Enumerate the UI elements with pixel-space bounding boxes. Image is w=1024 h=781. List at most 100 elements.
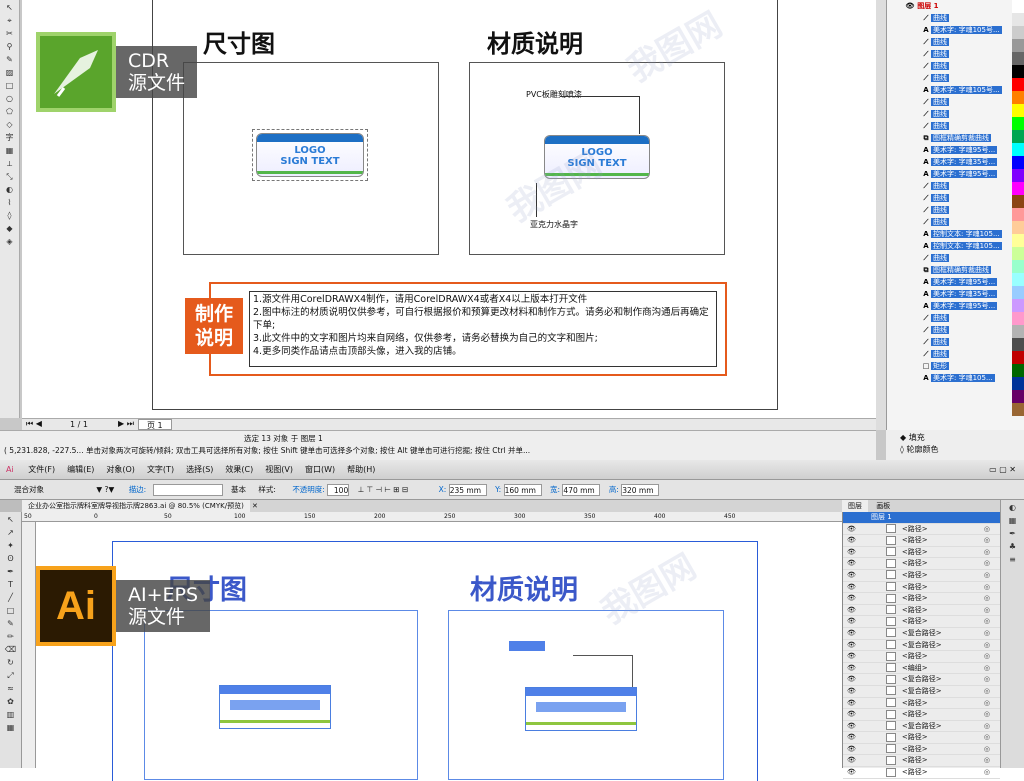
eye-icon[interactable]: 👁: [843, 525, 860, 533]
ai-layer-item[interactable]: 👁 <复合路径> ◎: [843, 628, 1000, 640]
graph-tool-icon[interactable]: ▥: [3, 709, 19, 720]
ai-layer-item[interactable]: 👁 <路径> ◎: [843, 651, 1000, 663]
eye-icon[interactable]: 👁: [843, 629, 860, 637]
ai-layer-item[interactable]: 👁 <路径> ◎: [843, 698, 1000, 710]
selection-tool-icon[interactable]: ↖: [3, 514, 19, 525]
layer-item[interactable]: A 美术字: 字魂105...: [887, 372, 1024, 384]
target-icon[interactable]: ◎: [984, 698, 1000, 709]
layer-item[interactable]: ⧉ 图框精确剪裁曲线: [887, 264, 1024, 276]
layer-item[interactable]: A 美术字: 字魂35号...: [887, 156, 1024, 168]
eye-icon[interactable]: 👁: [843, 594, 860, 602]
color-swatch[interactable]: [1012, 13, 1024, 26]
eye-icon[interactable]: 👁: [843, 617, 860, 625]
pick-tool-icon[interactable]: ↖: [2, 2, 18, 13]
outline-tool-icon[interactable]: ◊: [2, 210, 18, 221]
menu-item[interactable]: 选择(S): [180, 465, 219, 474]
eye-icon[interactable]: 👁: [843, 536, 860, 544]
color-swatch[interactable]: [1012, 195, 1024, 208]
target-icon[interactable]: ◎: [984, 674, 1000, 685]
layer-item[interactable]: ⟋ 曲线: [887, 216, 1024, 228]
layer-item[interactable]: □ 矩形: [887, 360, 1024, 372]
scale-tool-icon[interactable]: ⤢: [3, 670, 19, 681]
eye-icon[interactable]: 👁: [843, 583, 860, 591]
tab-layers[interactable]: 图层: [842, 500, 868, 512]
ai-layer-item[interactable]: 👁 <路径> ◎: [843, 744, 1000, 756]
target-icon[interactable]: ◎: [984, 616, 1000, 627]
target-icon[interactable]: ◎: [984, 721, 1000, 732]
ellipse-tool-icon[interactable]: ○: [2, 93, 18, 104]
eye-icon[interactable]: 👁: [843, 722, 860, 730]
layer-item[interactable]: ⟋ 曲线: [887, 252, 1024, 264]
color-swatch[interactable]: [1012, 299, 1024, 312]
layer-item[interactable]: A 美术字: 字魂95号...: [887, 168, 1024, 180]
eye-icon[interactable]: 👁: [843, 768, 860, 776]
crop-tool-icon[interactable]: ✂: [2, 28, 18, 39]
eye-icon[interactable]: 👁: [843, 548, 860, 556]
target-icon[interactable]: ◎: [984, 755, 1000, 766]
color-swatch[interactable]: [1012, 104, 1024, 117]
ai-layer-item[interactable]: 👁 <路径> ◎: [843, 570, 1000, 582]
target-icon[interactable]: ◎: [984, 732, 1000, 743]
zoom-tool-icon[interactable]: ⚲: [2, 41, 18, 52]
color-swatch[interactable]: [1012, 234, 1024, 247]
layer-item[interactable]: A 美术字: 字魂95号...: [887, 144, 1024, 156]
ai-layer-item[interactable]: 👁 <路径> ◎: [843, 755, 1000, 768]
symbol-tool-icon[interactable]: ✿: [3, 696, 19, 707]
color-swatch[interactable]: [1012, 143, 1024, 156]
lasso-icon[interactable]: ʘ: [3, 553, 19, 564]
layer-item[interactable]: ⟋ 曲线: [887, 36, 1024, 48]
interactive-fill-icon[interactable]: ◈: [2, 236, 18, 247]
x-input[interactable]: 235 mm: [448, 484, 487, 496]
eye-icon[interactable]: 👁: [843, 756, 860, 764]
menu-item[interactable]: 对象(O): [100, 465, 141, 474]
line-tool-icon[interactable]: ╱: [3, 592, 19, 603]
layer-item[interactable]: ⟋ 曲线: [887, 312, 1024, 324]
color-swatch[interactable]: [1012, 169, 1024, 182]
eye-icon[interactable]: 👁: [843, 559, 860, 567]
ai-layer-item[interactable]: 👁 <路径> ◎: [843, 593, 1000, 605]
color-swatch[interactable]: [1012, 286, 1024, 299]
layer-item[interactable]: ⟋ 曲线: [887, 96, 1024, 108]
ai-layer-item[interactable]: 👁 <复合路径> ◎: [843, 640, 1000, 652]
color-swatch[interactable]: [1012, 65, 1024, 78]
warp-tool-icon[interactable]: ≈: [3, 683, 19, 694]
layer-item[interactable]: ⟋ 曲线: [887, 204, 1024, 216]
page-nav-arrows-icon[interactable]: ⏮ ◀: [26, 419, 42, 429]
document-tab-label[interactable]: 企业办公室指示牌科室牌导视指示牌2863.ai @ 80.5% (CMYK/预览…: [22, 500, 250, 512]
page-nav-next-icon[interactable]: ▶ ⏭: [118, 419, 134, 429]
ai-layer-item[interactable]: 👁 <复合路径> ◎: [843, 674, 1000, 686]
color-swatch[interactable]: [1012, 390, 1024, 403]
target-icon[interactable]: ◎: [984, 570, 1000, 581]
target-icon[interactable]: ◎: [984, 628, 1000, 639]
layer-item[interactable]: ⟋ 曲线: [887, 336, 1024, 348]
h-input[interactable]: 320 mm: [621, 484, 660, 496]
layer-item[interactable]: A 美术字: 字魂95号...: [887, 276, 1024, 288]
stroke-style[interactable]: 基本: [225, 485, 246, 494]
eyedropper-tool-icon[interactable]: ⌇: [2, 197, 18, 208]
fill-tool-icon[interactable]: ◆: [2, 223, 18, 234]
eye-icon[interactable]: 👁: [843, 733, 860, 741]
target-icon[interactable]: ◎: [984, 547, 1000, 558]
color-swatch[interactable]: [1012, 208, 1024, 221]
menu-item[interactable]: 窗口(W): [299, 465, 341, 474]
brush-tool-icon[interactable]: ✎: [3, 618, 19, 629]
color-swatch[interactable]: [1012, 39, 1024, 52]
color-swatch[interactable]: [1012, 156, 1024, 169]
eraser-tool-icon[interactable]: ⌫: [3, 644, 19, 655]
w-input[interactable]: 470 mm: [562, 484, 601, 496]
rectangle-tool-icon[interactable]: □: [2, 80, 18, 91]
color-swatch[interactable]: [1012, 52, 1024, 65]
menu-item[interactable]: 文字(T): [141, 465, 180, 474]
color-swatch[interactable]: [1012, 273, 1024, 286]
basic-shapes-icon[interactable]: ◇: [2, 119, 18, 130]
ai-layer-item[interactable]: 👁 <路径> ◎: [843, 535, 1000, 547]
layer-item[interactable]: A 美术字: 字魂105号...: [887, 24, 1024, 36]
ai-layer-item[interactable]: 👁 <路径> ◎: [843, 605, 1000, 617]
layer-item[interactable]: ⟋ 曲线: [887, 180, 1024, 192]
color-swatch[interactable]: [1012, 130, 1024, 143]
ai-document-tab[interactable]: 企业办公室指示牌科室牌导视指示牌2863.ai @ 80.5% (CMYK/预览…: [22, 500, 842, 512]
layer-item[interactable]: A 控制文本: 字魂105...: [887, 240, 1024, 252]
layer-item[interactable]: ⟋ 曲线: [887, 60, 1024, 72]
menu-item[interactable]: 编辑(E): [61, 465, 100, 474]
blend-tool-icon[interactable]: ◐: [2, 184, 18, 195]
